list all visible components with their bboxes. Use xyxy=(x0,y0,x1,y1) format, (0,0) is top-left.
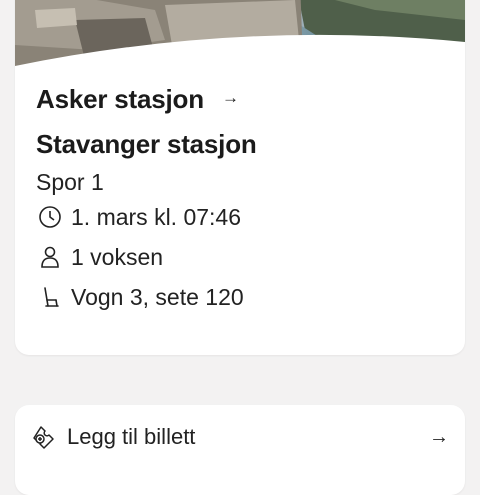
person-icon xyxy=(36,244,64,270)
hero-image xyxy=(15,0,465,70)
seat-row: Vogn 3, sete 120 xyxy=(36,284,244,310)
clock-icon xyxy=(36,204,64,230)
add-ticket-label: Legg til billett xyxy=(67,424,196,449)
departure-time: 1. mars kl. 07:46 xyxy=(71,203,242,230)
arrival-station: Stavanger stasjon xyxy=(36,129,257,159)
platform-label: Spor 1 xyxy=(36,169,104,195)
route-arrow-icon: → xyxy=(222,88,239,107)
passenger-count: 1 voksen xyxy=(71,243,164,270)
passengers-row: 1 voksen xyxy=(36,244,163,270)
seat-info: Vogn 3, sete 120 xyxy=(71,283,244,310)
add-ticket-button[interactable]: Legg til billett → xyxy=(31,423,449,451)
departure-time-row: 1. mars kl. 07:46 xyxy=(36,204,241,230)
ticket-card[interactable]: Asker stasjon → Stavanger stasjon Spor 1… xyxy=(15,0,465,355)
ticket-add-icon xyxy=(31,424,57,450)
departure-station: Asker stasjon xyxy=(36,84,204,114)
seat-icon xyxy=(36,284,64,310)
arrow-right-icon: → xyxy=(429,425,449,448)
add-ticket-card[interactable]: Legg til billett → xyxy=(15,405,465,495)
